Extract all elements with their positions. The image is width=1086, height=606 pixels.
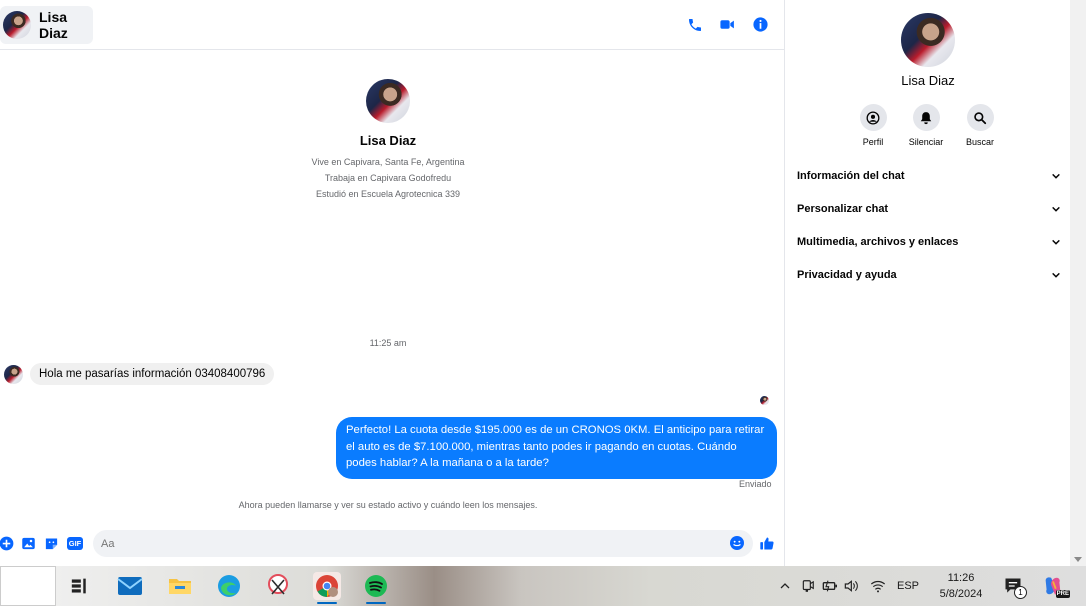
clock-date: 5/8/2024: [939, 588, 983, 600]
spotify-icon[interactable]: [362, 572, 390, 604]
copilot-preview-badge: PRE: [1055, 590, 1070, 598]
profile-icon: [866, 111, 880, 124]
search-icon: [974, 111, 987, 124]
meet-now-icon[interactable]: [797, 579, 819, 593]
active-app-indicator: [366, 602, 386, 604]
chat-header: Lisa Diaz: [0, 0, 784, 50]
copilot-icon[interactable]: PRE: [1039, 572, 1070, 600]
notifications-button[interactable]: 1: [1000, 572, 1027, 600]
profile-name: Lisa Diaz: [359, 133, 417, 148]
file-explorer-icon[interactable]: [166, 572, 194, 600]
plus-icon[interactable]: [0, 535, 14, 551]
chevron-down-icon: [1052, 239, 1060, 245]
messenger-window: Lisa Diaz Lisa Diaz Vive en Capivara, Sa…: [0, 0, 1086, 566]
sticker-icon[interactable]: [43, 535, 59, 551]
message-status: Enviado: [739, 479, 772, 489]
mute-button[interactable]: Silenciar: [896, 104, 956, 147]
chevron-up-icon[interactable]: [777, 580, 793, 592]
taskbar-clock[interactable]: 11:26 5/8/2024: [930, 570, 992, 602]
info-icon[interactable]: [751, 15, 770, 34]
phone-icon[interactable]: [685, 15, 704, 34]
task-view-icon[interactable]: [66, 572, 94, 600]
conversation-details-panel: Lisa Diaz Perfil Silenciar Buscar Inform…: [784, 0, 1070, 566]
incoming-message-bubble[interactable]: Hola me pasarías información 03408400796: [30, 363, 275, 385]
active-app-indicator: [317, 602, 337, 604]
taskbar-search-box[interactable]: [0, 566, 56, 606]
chevron-down-icon: [1052, 272, 1060, 278]
photo-icon[interactable]: [20, 535, 36, 551]
avatar: [3, 11, 31, 39]
clock-time: 11:26: [947, 572, 975, 584]
chevron-down-icon: [1052, 206, 1060, 212]
like-icon[interactable]: [759, 535, 775, 551]
accordion-media-files-links[interactable]: Multimedia, archivos y enlaces: [797, 225, 1061, 258]
notification-count-badge: 1: [1014, 586, 1027, 599]
language-indicator[interactable]: ESP: [897, 580, 919, 592]
avatar[interactable]: [901, 13, 955, 67]
gif-button[interactable]: GIF: [66, 535, 84, 551]
incoming-message-row: Hola me pasarías información 03408400796: [4, 363, 275, 385]
profile-studied: Estudió en Escuela Agrotecnica 339: [315, 189, 461, 199]
accordion-chat-info[interactable]: Información del chat: [797, 159, 1061, 192]
snipping-tool-icon[interactable]: [264, 572, 292, 600]
contact-name: Lisa Diaz: [39, 9, 68, 41]
search-label: Buscar: [965, 137, 994, 147]
profile-button[interactable]: Perfil: [843, 104, 903, 147]
accordion-privacy-help[interactable]: Privacidad y ayuda: [797, 258, 1061, 291]
accordion-label: Multimedia, archivos y enlaces: [797, 235, 959, 248]
outgoing-message-bubble[interactable]: Perfecto! La cuota desde $195.000 es de …: [336, 417, 777, 479]
message-timestamp: 11:25 am: [369, 338, 407, 348]
contact-header-button[interactable]: Lisa Diaz: [0, 6, 93, 44]
scrollbar[interactable]: [1070, 0, 1086, 566]
profile-lives: Vive en Capivara, Santa Fe, Argentina: [311, 157, 465, 167]
search-button[interactable]: Buscar: [950, 104, 1010, 147]
system-tray: ESP: [777, 566, 919, 606]
profile-works: Trabaja en Capivara Godofredu: [324, 173, 452, 183]
bell-icon: [920, 111, 932, 124]
windows-taskbar: ESP 11:26 5/8/2024 1 PRE: [0, 566, 1086, 606]
contact-profile-card: Lisa Diaz Vive en Capivara, Santa Fe, Ar…: [0, 79, 776, 202]
chevron-down-icon: [1052, 173, 1060, 179]
scroll-down-arrow-icon[interactable]: [1074, 557, 1082, 562]
seen-indicator-avatar: [760, 396, 769, 405]
avatar[interactable]: [366, 79, 410, 123]
avatar[interactable]: [4, 364, 23, 384]
battery-icon[interactable]: [819, 579, 841, 593]
emoji-icon[interactable]: [729, 535, 745, 551]
accordion-label: Personalizar chat: [797, 202, 889, 215]
video-icon[interactable]: [718, 15, 737, 34]
accordion-customize-chat[interactable]: Personalizar chat: [797, 192, 1061, 225]
edge-browser-icon[interactable]: [215, 572, 243, 600]
side-contact-name: Lisa Diaz: [901, 73, 955, 88]
volume-icon[interactable]: [841, 579, 863, 593]
message-composer: GIF: [0, 529, 784, 559]
system-notice: Ahora pueden llamarse y ver su estado ac…: [238, 500, 538, 510]
mail-app-icon[interactable]: [116, 572, 144, 600]
accordion-label: Información del chat: [797, 169, 905, 182]
chrome-browser-icon[interactable]: [313, 572, 341, 604]
profile-label: Perfil: [862, 137, 884, 147]
wifi-icon[interactable]: [867, 579, 889, 593]
message-input[interactable]: [93, 530, 753, 557]
accordion-label: Privacidad y ayuda: [797, 268, 897, 281]
gif-label: GIF: [66, 536, 84, 550]
mute-label: Silenciar: [908, 137, 944, 147]
